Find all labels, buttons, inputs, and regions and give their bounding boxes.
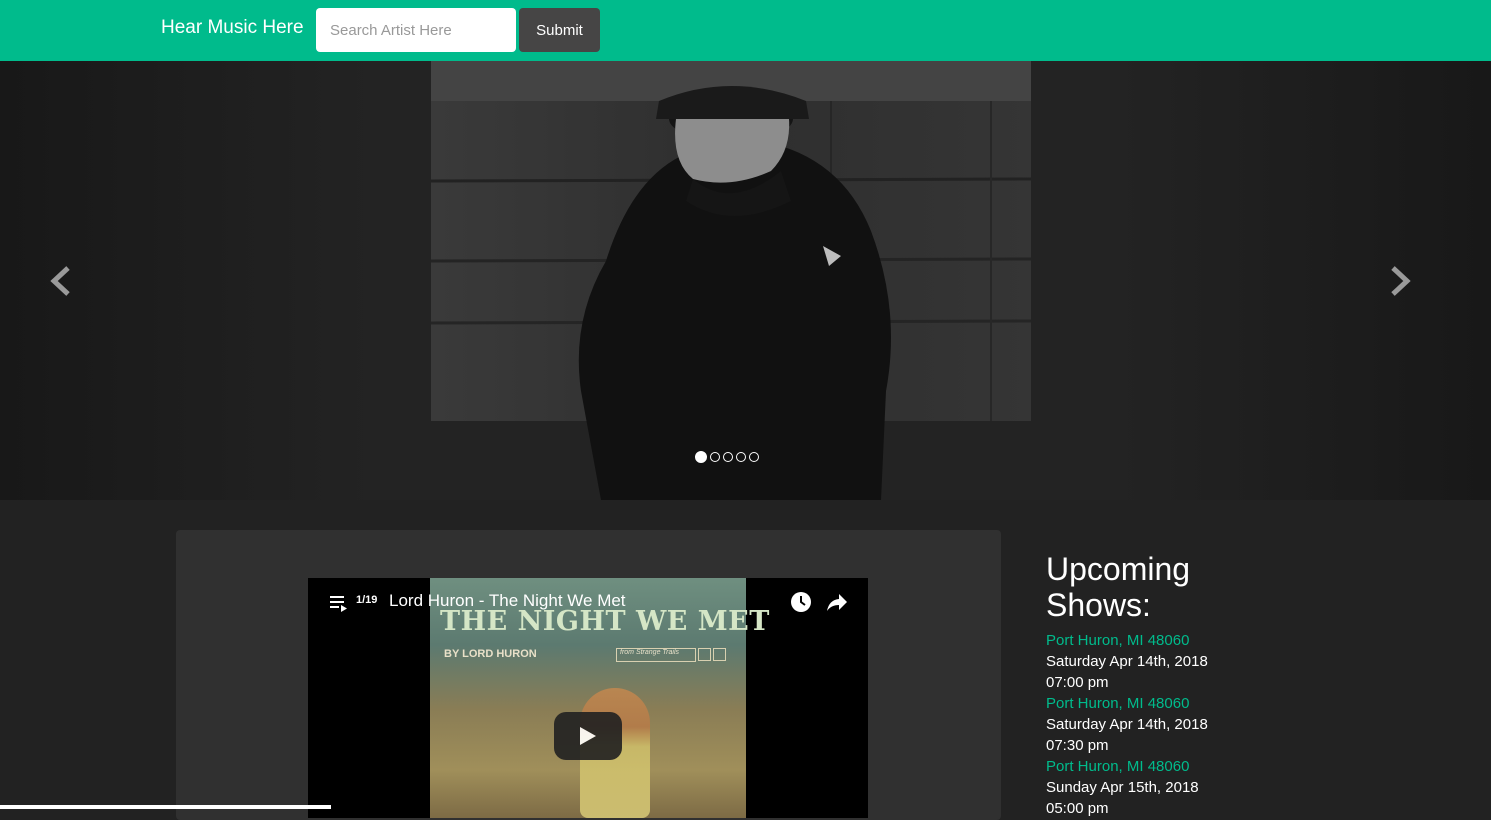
- playlist-icon[interactable]: [330, 594, 350, 617]
- chevron-right-icon: [1391, 266, 1411, 296]
- video-panel: THE NIGHT WE MET BY LORD HURON from Stra…: [176, 530, 1001, 820]
- carousel-indicator-2[interactable]: [710, 452, 720, 462]
- show-date: Saturday Apr 14th, 2018 07:30 pm: [1046, 716, 1208, 754]
- show-location-link[interactable]: Port Huron, MI 48060: [1046, 632, 1189, 649]
- carousel-indicator-4[interactable]: [736, 452, 746, 462]
- playlist-position: 1/19: [356, 594, 378, 606]
- thumbnail-byline: BY LORD HURON: [444, 648, 537, 660]
- show-list: Port Huron, MI 48060 Saturday Apr 14th, …: [1046, 630, 1216, 819]
- page-loading-bar: [0, 805, 331, 809]
- clock-icon[interactable]: [790, 591, 812, 618]
- artist-photo-image: [431, 61, 1031, 500]
- brand-title[interactable]: Hear Music Here: [161, 17, 304, 39]
- show-location-link[interactable]: Port Huron, MI 48060: [1046, 758, 1189, 775]
- artist-photo: [431, 61, 1031, 500]
- show-location-link[interactable]: Port Huron, MI 48060: [1046, 695, 1189, 712]
- show-item: Port Huron, MI 48060 Sunday Apr 15th, 20…: [1046, 756, 1216, 819]
- carousel-indicator-1[interactable]: [695, 451, 707, 463]
- video-title[interactable]: Lord Huron - The Night We Met: [389, 591, 626, 611]
- thumbnail-label: from Strange Trails: [616, 648, 696, 662]
- search-input[interactable]: [316, 8, 516, 52]
- show-date: Sunday Apr 15th, 2018 05:00 pm: [1046, 779, 1199, 817]
- chevron-left-icon: [50, 266, 70, 296]
- share-icon[interactable]: [826, 591, 848, 618]
- youtube-player[interactable]: THE NIGHT WE MET BY LORD HURON from Stra…: [308, 578, 868, 818]
- badge-icon: [713, 648, 726, 661]
- carousel-indicator-3[interactable]: [723, 452, 733, 462]
- carousel-indicators: [695, 451, 759, 463]
- carousel-indicator-5[interactable]: [749, 452, 759, 462]
- artist-carousel: [0, 61, 1491, 500]
- carousel-next-button[interactable]: [1370, 251, 1430, 311]
- badge-icon: [698, 648, 711, 661]
- show-item: Port Huron, MI 48060 Saturday Apr 14th, …: [1046, 693, 1216, 756]
- submit-button[interactable]: Submit: [519, 8, 600, 52]
- upcoming-shows: Upcoming Shows: Port Huron, MI 48060 Sat…: [1046, 551, 1216, 819]
- play-icon: [580, 727, 596, 745]
- show-item: Port Huron, MI 48060 Saturday Apr 14th, …: [1046, 630, 1216, 693]
- carousel-prev-button[interactable]: [31, 251, 91, 311]
- shows-heading: Upcoming Shows:: [1046, 551, 1191, 623]
- navbar: Hear Music Here Submit: [0, 0, 1491, 61]
- play-button[interactable]: [554, 712, 622, 760]
- show-date: Saturday Apr 14th, 2018 07:00 pm: [1046, 653, 1208, 691]
- thumbnail-badges: [698, 648, 726, 661]
- video-topbar: 1/19 Lord Huron - The Night We Met: [308, 578, 868, 624]
